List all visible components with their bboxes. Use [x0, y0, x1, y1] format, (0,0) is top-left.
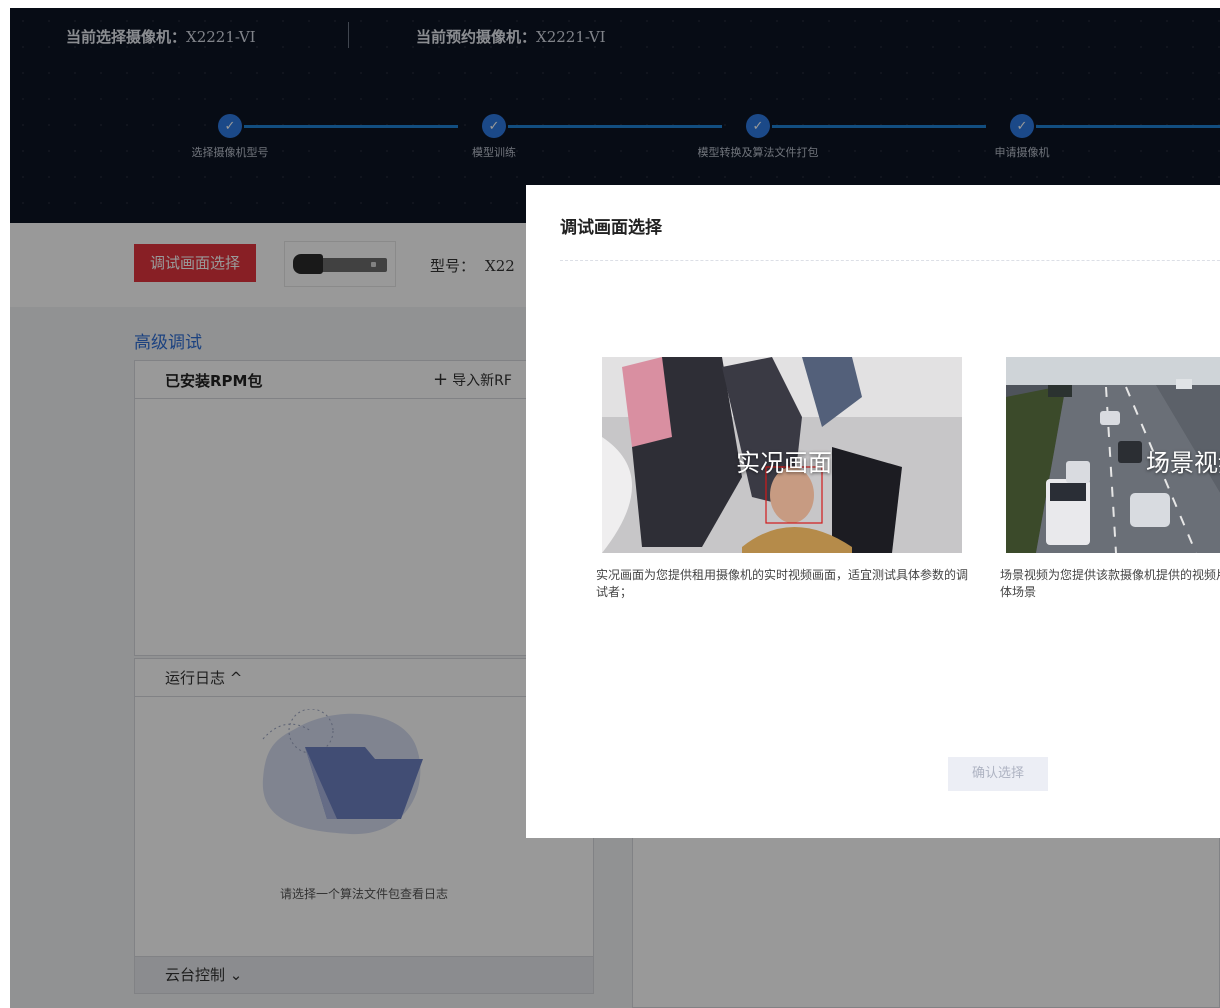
live-view-description: 实况画面为您提供租用摄像机的实时视频画面，适宜测试具体参数的调试者； — [596, 568, 969, 599]
live-view-thumbnail: 实况画面 — [602, 357, 962, 553]
live-view-label: 实况画面 — [736, 449, 832, 477]
modal-divider — [560, 260, 1220, 261]
modal-title: 调试画面选择 — [560, 218, 662, 238]
debug-view-modal: 调试画面选择 实况画面 实况画面为您提供租用摄像机的实时视频画面，适宜测试具体参… — [526, 185, 1220, 838]
scene-video-label: 场景视频 — [1146, 449, 1220, 477]
option-live-view[interactable]: 实况画面 实况画面为您提供租用摄像机的实时视频画面，适宜测试具体参数的调试者； — [596, 357, 968, 601]
page: 当前选择摄像机：X2221-VI 当前预约摄像机：X2221-VI ✓ 选择摄像… — [10, 8, 1220, 1008]
scene-video-description: 场景视频为您提供该款摄像机提供的视频片段，适宜调试摄像机在各具体场景 — [1000, 568, 1220, 599]
confirm-selection-button[interactable]: 确认选择 — [948, 757, 1048, 791]
option-scene-video[interactable]: 场景视频 场景视频为您提供该款摄像机提供的视频片段，适宜调试摄像机在各具体场景 — [1000, 357, 1220, 601]
scene-video-thumbnail: 场景视频 — [1006, 357, 1220, 553]
